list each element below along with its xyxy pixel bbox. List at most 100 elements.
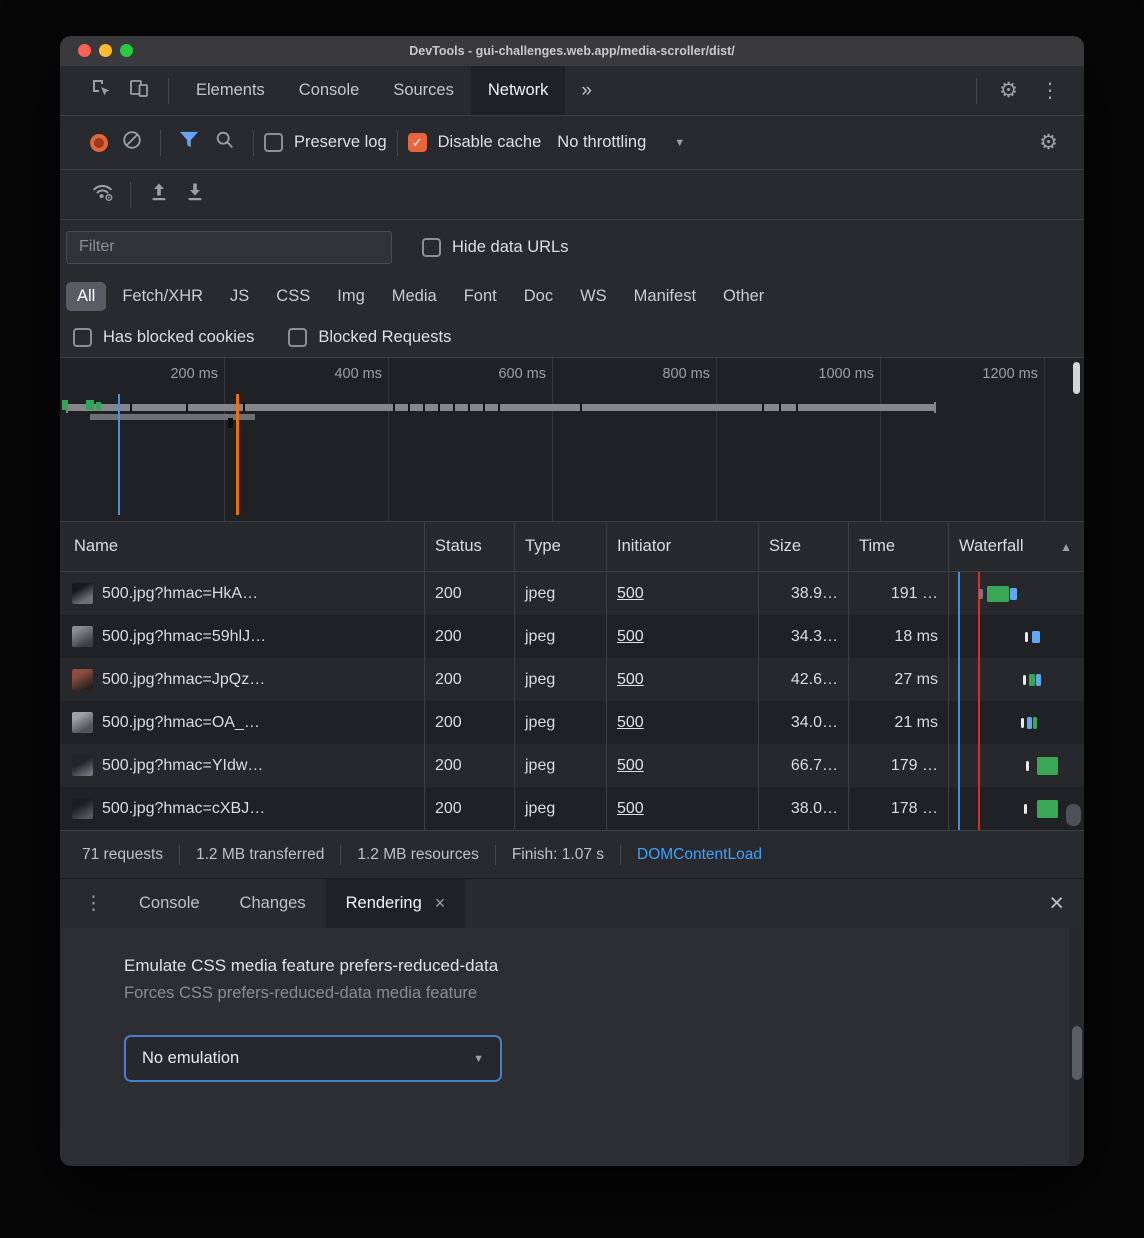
waterfall-bar	[1025, 632, 1028, 642]
size-cell: 38.0…	[758, 787, 848, 830]
filter-pill-js[interactable]: JS	[219, 282, 260, 311]
image-thumbnail	[72, 583, 93, 604]
filter-pill-ws[interactable]: WS	[569, 282, 618, 311]
network-overview-timeline[interactable]: 200 ms 400 ms 600 ms 800 ms 1000 ms 1200…	[60, 358, 1084, 522]
request-row[interactable]: 500.jpg?hmac=OA_… 200 jpeg 500 34.0… 21 …	[60, 701, 1084, 744]
export-har-button[interactable]	[177, 177, 213, 213]
filter-pill-font[interactable]: Font	[453, 282, 508, 311]
filter-pill-other[interactable]: Other	[712, 282, 775, 311]
initiator-link[interactable]: 500	[617, 714, 644, 732]
gridline	[1044, 358, 1045, 521]
zoom-window-button[interactable]	[120, 44, 133, 57]
time-cell: 191 …	[848, 572, 948, 615]
settings-gear-icon[interactable]: ⚙	[991, 78, 1026, 103]
disable-cache-checkbox[interactable]: ✓ Disable cache	[408, 133, 542, 152]
search-button[interactable]	[207, 125, 243, 161]
filter-pill-doc[interactable]: Doc	[513, 282, 564, 311]
filter-pill-media[interactable]: Media	[381, 282, 448, 311]
inspect-element-button[interactable]	[82, 72, 120, 110]
column-header-status[interactable]: Status	[424, 522, 514, 571]
initiator-link[interactable]: 500	[617, 671, 644, 689]
divider	[160, 130, 161, 156]
drawer-tab-console[interactable]: Console	[119, 879, 220, 928]
waterfall-bar	[1010, 588, 1017, 600]
hide-data-urls-checkbox[interactable]: Hide data URLs	[422, 238, 568, 257]
close-window-button[interactable]	[78, 44, 91, 57]
request-row[interactable]: 500.jpg?hmac=YIdw… 200 jpeg 500 66.7… 17…	[60, 744, 1084, 787]
column-header-initiator[interactable]: Initiator	[606, 522, 758, 571]
chevron-down-icon: ▼	[674, 137, 685, 149]
column-header-name[interactable]: Name	[60, 522, 424, 571]
initiator-link[interactable]: 500	[617, 628, 644, 646]
waterfall-cell	[948, 615, 1084, 658]
overview-scrollbar-thumb[interactable]	[1073, 362, 1080, 394]
status-cell: 200	[424, 744, 514, 787]
blocked-requests-checkbox[interactable]: Blocked Requests	[288, 328, 451, 347]
close-rendering-tab-icon[interactable]: ×	[435, 893, 446, 914]
minimize-window-button[interactable]	[99, 44, 112, 57]
filter-pill-all[interactable]: All	[66, 282, 106, 311]
table-scrollbar-thumb[interactable]	[1066, 804, 1081, 826]
divider	[340, 845, 341, 865]
filter-pill-manifest[interactable]: Manifest	[623, 282, 707, 311]
clear-network-log-button[interactable]	[114, 125, 150, 161]
network-settings-gear-icon[interactable]: ⚙	[1031, 130, 1066, 155]
drawer-scrollbar-thumb[interactable]	[1072, 1026, 1082, 1080]
throttling-select[interactable]: No throttling ▼	[557, 133, 685, 152]
record-network-log-button[interactable]	[90, 134, 108, 152]
initiator-link[interactable]: 500	[617, 757, 644, 775]
request-row[interactable]: 500.jpg?hmac=cXBJ… 200 jpeg 500 38.0… 17…	[60, 787, 1084, 830]
disable-cache-label: Disable cache	[438, 133, 542, 152]
column-header-size[interactable]: Size	[758, 522, 848, 571]
tab-console[interactable]: Console	[282, 66, 377, 115]
type-cell: jpeg	[514, 787, 606, 830]
request-row[interactable]: 500.jpg?hmac=59hlJ… 200 jpeg 500 34.3… 1…	[60, 615, 1084, 658]
clear-icon	[121, 129, 143, 156]
filter-toggle-button[interactable]	[171, 125, 207, 161]
waterfall-bar	[1021, 718, 1024, 728]
tab-network[interactable]: Network	[471, 66, 566, 115]
waterfall-cell	[948, 658, 1084, 701]
activity-tick	[408, 403, 410, 412]
customize-menu-icon[interactable]: ⋮	[1030, 78, 1070, 103]
import-har-button[interactable]	[141, 177, 177, 213]
drawer-tab-changes[interactable]: Changes	[220, 879, 326, 928]
request-row[interactable]: 500.jpg?hmac=HkA… 200 jpeg 500 38.9… 191…	[60, 572, 1084, 615]
request-row[interactable]: 500.jpg?hmac=JpQz… 200 jpeg 500 42.6… 27…	[60, 658, 1084, 701]
tab-sources[interactable]: Sources	[376, 66, 471, 115]
wifi-gear-icon	[90, 181, 115, 208]
time-cell: 178 …	[848, 787, 948, 830]
column-header-type[interactable]: Type	[514, 522, 606, 571]
request-name: 500.jpg?hmac=YIdw…	[102, 757, 263, 775]
column-header-time[interactable]: Time	[848, 522, 948, 571]
waterfall-bar	[1027, 717, 1032, 729]
column-header-waterfall[interactable]: Waterfall ▲	[948, 522, 1084, 571]
network-conditions-button[interactable]	[84, 177, 120, 213]
domcontentloaded-time: DOMContentLoad	[637, 846, 762, 864]
initiator-link[interactable]: 500	[617, 585, 644, 603]
tab-label: Elements	[196, 81, 265, 100]
status-cell: 200	[424, 701, 514, 744]
tab-elements[interactable]: Elements	[179, 66, 282, 115]
filter-pill-img[interactable]: Img	[326, 282, 376, 311]
image-thumbnail	[72, 755, 93, 776]
device-toolbar-button[interactable]	[120, 72, 158, 110]
filter-pill-fetchxhr[interactable]: Fetch/XHR	[111, 282, 214, 311]
drawer-tab-rendering[interactable]: Rendering ×	[326, 879, 466, 928]
type-cell: jpeg	[514, 658, 606, 701]
filter-input[interactable]	[66, 231, 392, 264]
filter-pill-css[interactable]: CSS	[265, 282, 321, 311]
close-drawer-icon[interactable]: ×	[1049, 889, 1064, 918]
initiator-link[interactable]: 500	[617, 800, 644, 818]
preserve-log-checkbox[interactable]: Preserve log	[264, 133, 387, 152]
more-tabs-button[interactable]: »	[565, 80, 608, 102]
activity-tick	[423, 403, 425, 412]
network-summary-bar: 71 requests 1.2 MB transferred 1.2 MB re…	[60, 830, 1084, 878]
has-blocked-cookies-label: Has blocked cookies	[103, 328, 254, 347]
emulation-select[interactable]: No emulation ▼	[124, 1035, 502, 1082]
checkbox-unchecked	[73, 328, 92, 347]
waterfall-bar	[1037, 757, 1058, 775]
size-cell: 42.6…	[758, 658, 848, 701]
drawer-menu-icon[interactable]: ⋮	[60, 892, 119, 915]
has-blocked-cookies-checkbox[interactable]: Has blocked cookies	[73, 328, 254, 347]
